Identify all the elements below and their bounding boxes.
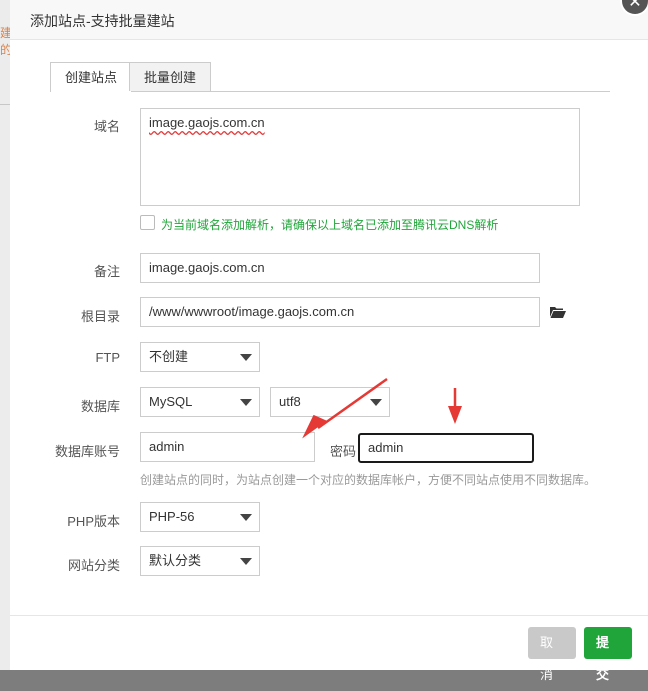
chevron-down-icon <box>370 399 382 406</box>
db-password-label: 密码 <box>330 444 357 459</box>
tab-create-site[interactable]: 创建站点 <box>50 62 133 92</box>
site-category-value: 默认分类 <box>149 553 202 568</box>
dns-resolve-label: 为当前域名添加解析，请确保以上域名已添加至腾讯云DNS解析 <box>161 218 499 232</box>
domain-value: image.gaojs.com.cn <box>149 115 265 130</box>
chevron-down-icon <box>240 399 252 406</box>
db-account-input[interactable]: admin <box>140 432 315 462</box>
chevron-down-icon <box>240 354 252 361</box>
database-type-value: MySQL <box>149 394 193 409</box>
db-account-label: 数据库账号 <box>54 444 120 459</box>
submit-button[interactable]: 提交 <box>584 627 632 682</box>
dns-resolve-checkbox[interactable] <box>140 215 155 230</box>
remark-label: 备注 <box>93 264 120 279</box>
site-category-label: 网站分类 <box>67 558 120 573</box>
tab-batch-create[interactable]: 批量创建 <box>129 62 212 91</box>
background-panel: 建的 <box>0 0 12 670</box>
chevron-down-icon <box>240 558 252 565</box>
chevron-down-icon <box>240 514 252 521</box>
remark-input[interactable]: image.gaojs.com.cn <box>140 253 540 283</box>
db-password-value: admin <box>368 440 404 455</box>
domain-textarea[interactable]: image.gaojs.com.cn <box>140 108 580 206</box>
ftp-value: 不创建 <box>149 349 189 364</box>
site-category-select[interactable]: 默认分类 <box>140 546 260 576</box>
database-charset-select[interactable]: utf8 <box>270 387 390 417</box>
database-label: 数据库 <box>80 399 120 414</box>
add-site-dialog: 添加站点-支持批量建站 创建站点 批量创建 域名 image.gaojs.com… <box>10 0 648 682</box>
root-dir-input[interactable]: /www/wwwroot/image.gaojs.com.cn <box>140 297 540 327</box>
folder-open-icon[interactable] <box>550 306 566 318</box>
dialog-titlebar: 添加站点-支持批量建站 <box>10 0 648 40</box>
root-dir-label: 根目录 <box>80 309 120 324</box>
php-version-select[interactable]: PHP-56 <box>140 502 260 532</box>
tab-bar: 创建站点 批量创建 <box>50 62 610 92</box>
php-version-value: PHP-56 <box>149 509 195 524</box>
database-charset-value: utf8 <box>279 394 301 409</box>
php-version-label: PHP版本 <box>67 514 120 529</box>
domain-label: 域名 <box>93 119 120 134</box>
db-password-input[interactable]: admin <box>358 433 534 463</box>
ftp-select[interactable]: 不创建 <box>140 342 260 372</box>
root-dir-value: /www/wwwroot/image.gaojs.com.cn <box>149 304 355 319</box>
database-type-select[interactable]: MySQL <box>140 387 260 417</box>
background-divider <box>0 104 10 105</box>
cancel-button[interactable]: 取消 <box>528 627 576 682</box>
db-hint-text: 创建站点的同时，为站点创建一个对应的数据库帐户，方便不同站点使用不同数据库。 <box>140 473 597 487</box>
remark-value: image.gaojs.com.cn <box>149 260 265 275</box>
dialog-title: 添加站点-支持批量建站 <box>30 13 175 29</box>
ftp-label: FTP <box>95 350 120 365</box>
dialog-footer: 取消 提交 <box>10 615 648 682</box>
db-account-value: admin <box>149 439 185 454</box>
